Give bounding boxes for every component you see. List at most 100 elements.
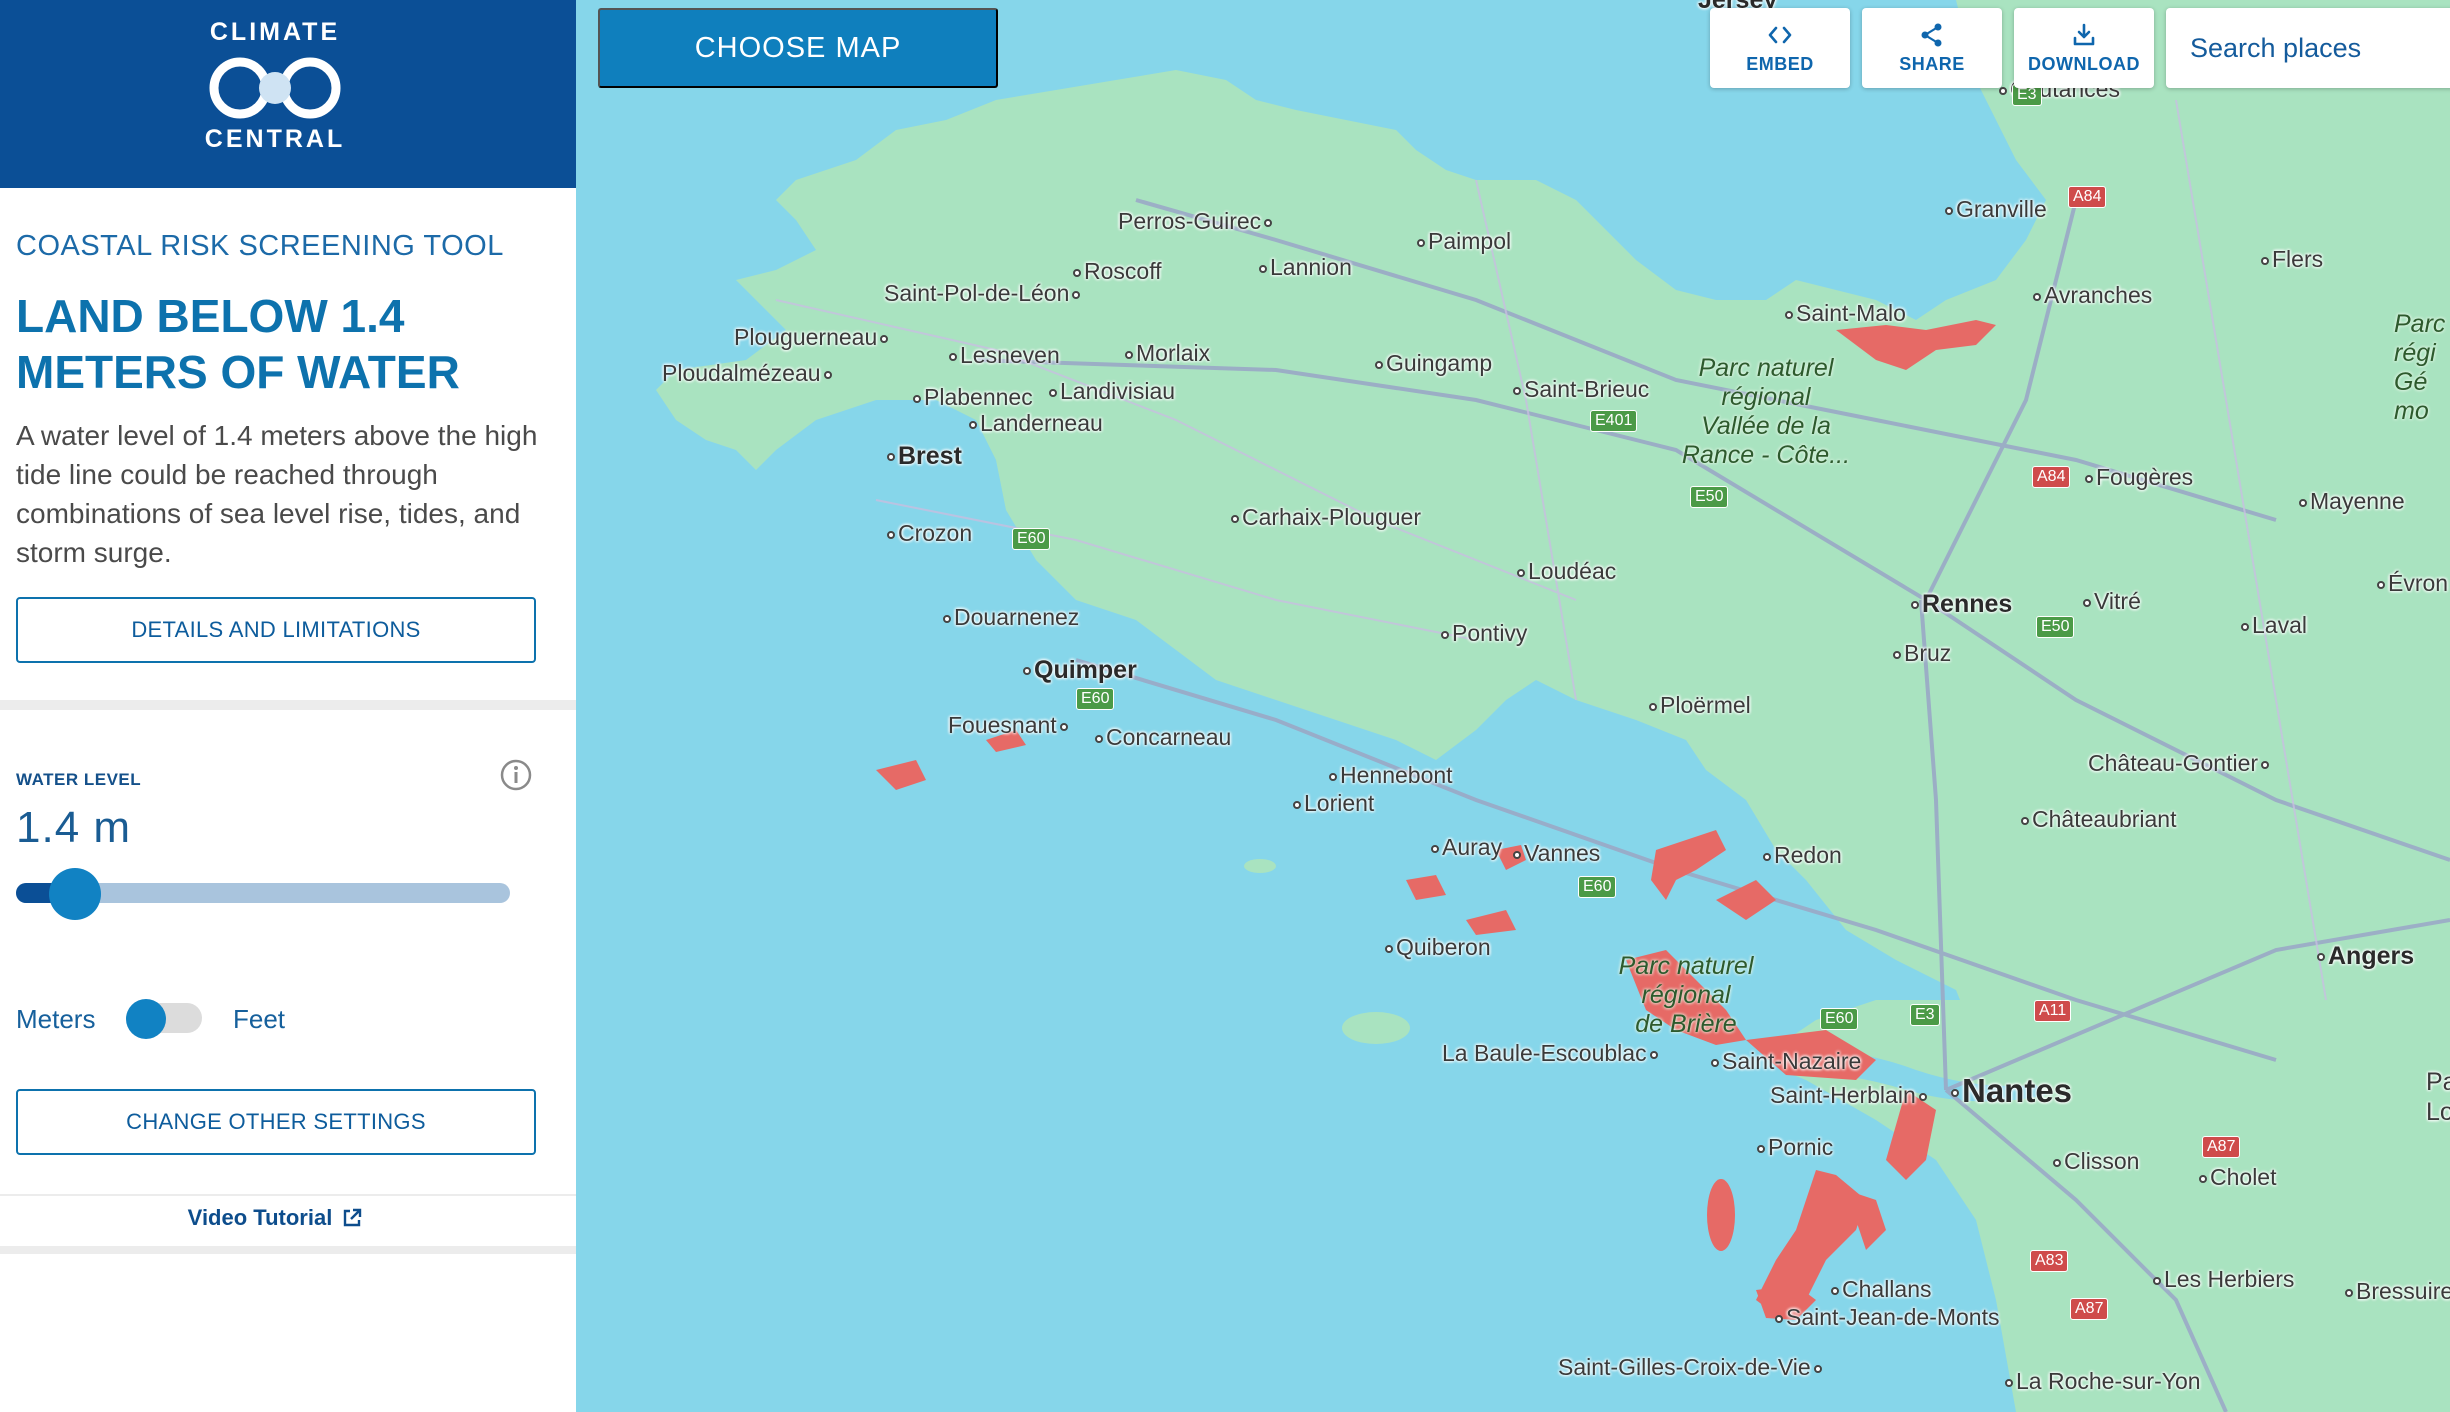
place-label: La Baule-Escoublac — [1442, 1040, 1661, 1067]
map-basemap[interactable] — [576, 0, 2450, 1412]
place-label: Rennes — [1908, 590, 2012, 619]
place-label: Douarnenez — [940, 604, 1079, 631]
road-shield: E60 — [1820, 1008, 1859, 1030]
unit-label-meters[interactable]: Meters — [16, 1004, 95, 1035]
map-canvas[interactable]: Jersey Coutances Granville Flers Avranch… — [576, 0, 2450, 1412]
road-shield: E50 — [2036, 616, 2075, 638]
road-shield: E401 — [1590, 410, 1638, 432]
place-label: Ploërmel — [1646, 692, 1751, 719]
place-label: Cholet — [2196, 1164, 2276, 1191]
choose-map-button[interactable]: CHOOSE MAP — [598, 8, 998, 88]
place-label: Redon — [1760, 842, 1842, 869]
place-label: Brest — [884, 442, 962, 471]
share-label: SHARE — [1899, 53, 1965, 74]
place-label: Châteaubriant — [2018, 806, 2177, 833]
place-label: Saint-Pol-de-Léon — [884, 280, 1083, 307]
place-label: Concarneau — [1092, 724, 1231, 751]
place-label: Plabennec — [910, 384, 1033, 411]
place-label: Hennebont — [1326, 762, 1453, 789]
park-label-rance: Parc naturel régional Vallée de la Rance - … — [1681, 354, 1851, 469]
logo-text-climate: CLIMATE — [209, 18, 341, 46]
page-description: A water level of 1.4 meters above the hi… — [16, 420, 538, 568]
sidebar: CLIMATE CENTRAL COASTAL RISK SCREENING T… — [0, 0, 576, 1412]
park-label-edge: Parc régi Gé mo — [2394, 310, 2446, 425]
place-label: Château-Gontier — [2088, 750, 2272, 777]
place-label: Granville — [1942, 196, 2047, 223]
road-shield: E60 — [1578, 876, 1617, 898]
embed-label: EMBED — [1746, 53, 1814, 74]
road-shield: E60 — [1012, 528, 1051, 550]
search-box[interactable] — [2166, 8, 2450, 88]
change-other-settings-button[interactable]: CHANGE OTHER SETTINGS — [16, 1089, 536, 1155]
road-shield: A84 — [2068, 186, 2107, 208]
place-label: Vitré — [2080, 588, 2141, 615]
embed-button[interactable]: EMBED — [1710, 8, 1850, 88]
water-level-slider-thumb[interactable] — [49, 868, 102, 920]
details-and-limitations-button[interactable]: DETAILS AND LIMITATIONS — [16, 597, 536, 663]
place-label: Nantes — [1948, 1072, 2072, 1110]
place-label: Lo — [2426, 1098, 2450, 1126]
road-shield: A87 — [2070, 1298, 2109, 1320]
island-groix — [1244, 859, 1276, 873]
external-link-icon — [344, 1208, 362, 1227]
place-label: Pa — [2426, 1068, 2450, 1096]
place-label: Lesneven — [946, 342, 1060, 369]
place-label: Avranches — [2030, 282, 2152, 309]
place-label: Perros-Guirec — [1118, 208, 1275, 235]
place-label: Saint-Nazaire — [1708, 1048, 1861, 1075]
climate-central-logo-icon — [209, 57, 341, 119]
search-input[interactable] — [2190, 32, 2450, 64]
section-divider — [0, 700, 576, 710]
video-tutorial-label: Video Tutorial — [187, 1205, 333, 1230]
place-label: Paimpol — [1414, 228, 1511, 255]
place-label: Laval — [2238, 612, 2307, 639]
place-label: Saint-Brieuc — [1510, 376, 1649, 403]
place-label: Pornic — [1754, 1134, 1833, 1161]
place-label: Les Herbiers — [2150, 1266, 2294, 1293]
tool-label: COASTAL RISK SCREENING TOOL — [16, 230, 504, 262]
section-divider — [0, 1246, 576, 1254]
place-label: Crozon — [884, 520, 972, 547]
place-label: Clisson — [2050, 1148, 2139, 1175]
park-label-briere: Parc naturel régional de Brière — [1618, 952, 1754, 1038]
place-label: Quiberon — [1382, 934, 1491, 961]
place-label: Fouesnant — [948, 712, 1071, 739]
place-label: Mayenne — [2296, 488, 2405, 515]
place-label: Bressuire — [2342, 1278, 2450, 1305]
share-button[interactable]: SHARE — [1862, 8, 2002, 88]
place-label: Landerneau — [966, 410, 1103, 437]
road-shield: E50 — [1690, 486, 1729, 508]
water-level-value: 1.4 m — [16, 803, 132, 852]
info-icon[interactable] — [499, 758, 533, 792]
code-icon — [1768, 26, 1792, 43]
road-shield: A87 — [2202, 1136, 2241, 1158]
place-label: Guingamp — [1372, 350, 1492, 377]
place-label: Auray — [1428, 834, 1502, 861]
water-level-label: WATER LEVEL — [16, 770, 142, 789]
place-label: Plouguerneau — [734, 324, 891, 351]
road-shield: A83 — [2030, 1250, 2069, 1272]
place-label: Saint-Herblain — [1770, 1082, 1930, 1109]
place-label: Ploudalmézeau — [662, 360, 835, 387]
place-label: Fougères — [2082, 464, 2193, 491]
place-label: Carhaix-Plouguer — [1228, 504, 1421, 531]
video-tutorial-link[interactable]: Video Tutorial — [0, 1205, 550, 1231]
road-shield: E60 — [1076, 688, 1115, 710]
share-icon — [1921, 23, 1942, 46]
unit-toggle-knob[interactable] — [126, 999, 166, 1039]
place-label: Lorient — [1290, 790, 1374, 817]
place-label: Landivisiau — [1046, 378, 1175, 405]
island-noirmoutier — [1707, 1179, 1735, 1251]
place-label: Pontivy — [1438, 620, 1527, 647]
place-label: Évron — [2374, 570, 2448, 597]
download-label: DOWNLOAD — [2028, 53, 2140, 74]
road-shield: E3 — [1910, 1004, 1940, 1026]
place-label: Lannion — [1256, 254, 1352, 281]
place-label: Vannes — [1510, 840, 1600, 867]
download-button[interactable]: DOWNLOAD — [2014, 8, 2154, 88]
brand-header[interactable]: CLIMATE CENTRAL — [0, 0, 576, 188]
download-icon — [2073, 23, 2095, 45]
unit-label-feet[interactable]: Feet — [233, 1004, 285, 1035]
place-label: Loudéac — [1514, 558, 1616, 585]
place-label: Challans — [1828, 1276, 1932, 1303]
